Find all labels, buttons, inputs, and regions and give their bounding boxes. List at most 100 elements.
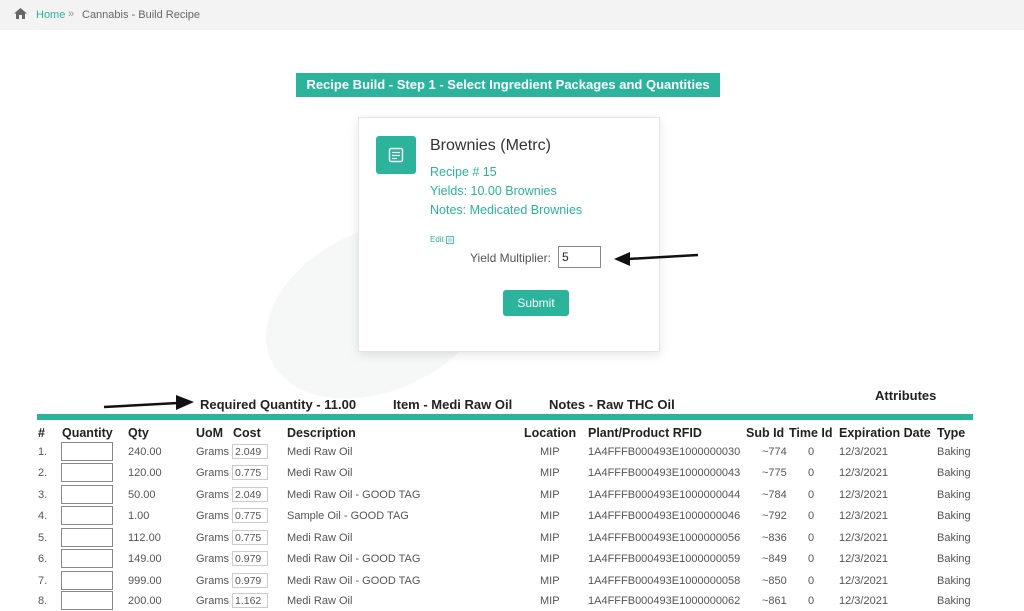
cost-field[interactable]: 2.049 [232,444,268,459]
col-header-uom: UoM [196,426,224,440]
cost-field[interactable]: 1.162 [232,593,268,608]
attributes-label: Attributes [875,388,937,403]
step-title: Recipe Build - Step 1 - Select Ingredien… [296,73,720,97]
time-id-cell: 0 [808,595,815,607]
col-header-expiration-date: Expiration Date [839,426,931,440]
recipe-notes: Notes: Medicated Brownies [430,203,583,217]
item-label: Item - Medi Raw Oil [393,397,513,412]
table-row: 2. 120.00 Grams 0.775 Medi Raw Oil MIP 1… [0,462,1024,483]
edit-link[interactable]: Edit [430,235,454,244]
submit-button[interactable]: Submit [503,290,569,316]
rfid-cell: 1A4FFFB000493E1000000059 [588,553,741,565]
uom-cell: Grams [196,510,229,522]
sub-id-cell: ~775 [762,467,787,479]
col-header-description: Description [287,426,356,440]
breadcrumb-home-link[interactable]: Home [36,9,65,21]
quantity-input[interactable] [61,485,113,504]
sub-id-cell: ~784 [762,489,787,501]
row-number: 5. [38,532,48,544]
home-icon[interactable] [14,8,27,22]
location-cell: MIP [540,575,560,587]
sub-id-cell: ~850 [762,575,787,587]
breadcrumb-separator: » [68,8,75,20]
edit-label: Edit [430,235,444,244]
row-number: 6. [38,553,48,565]
location-cell: MIP [540,446,560,458]
col-header-location: Location [524,426,577,440]
cost-field[interactable]: 2.049 [232,487,268,502]
qty-cell: 149.00 [128,553,162,565]
expiration-cell: 12/3/2021 [839,532,888,544]
row-number: 3. [38,489,48,501]
expiration-cell: 12/3/2021 [839,510,888,522]
row-number: 4. [38,510,48,522]
qty-cell: 120.00 [128,467,162,479]
table-row: 4. 1.00 Grams 0.775 Sample Oil - GOOD TA… [0,505,1024,526]
col-header-quantity: Quantity [62,426,113,440]
table-row: 1. 240.00 Grams 2.049 Medi Raw Oil MIP 1… [0,441,1024,462]
quantity-input[interactable] [61,549,113,568]
required-quantity: Required Quantity - 11.00 [200,397,357,412]
breadcrumb: Home » Cannabis - Build Recipe [0,0,1024,30]
cost-field[interactable]: 0.775 [232,465,268,480]
location-cell: MIP [540,510,560,522]
location-cell: MIP [540,467,560,479]
quantity-input[interactable] [61,591,113,610]
time-id-cell: 0 [808,510,815,522]
expiration-cell: 12/3/2021 [839,467,888,479]
cost-field[interactable]: 0.775 [232,530,268,545]
description-cell: Medi Raw Oil - GOOD TAG [287,553,421,565]
notes-label: Notes - Raw THC Oil [549,397,675,412]
col-header-sub-id: Sub Id [746,426,785,440]
type-cell: Baking [937,446,971,458]
cost-field[interactable]: 0.775 [232,508,268,523]
quantity-input[interactable] [61,442,113,461]
row-number: 1. [38,446,48,458]
time-id-cell: 0 [808,553,815,565]
rfid-cell: 1A4FFFB000493E1000000046 [588,510,741,522]
expiration-cell: 12/3/2021 [839,553,888,565]
description-cell: Sample Oil - GOOD TAG [287,510,409,522]
teal-divider [37,414,973,420]
recipe-name: Brownies (Metrc) [430,137,551,154]
recipe-number: Recipe # 15 [430,165,497,179]
quantity-input[interactable] [61,506,113,525]
uom-cell: Grams [196,595,229,607]
time-id-cell: 0 [808,532,815,544]
sub-id-cell: ~836 [762,532,787,544]
uom-cell: Grams [196,446,229,458]
time-id-cell: 0 [808,446,815,458]
type-cell: Baking [937,467,971,479]
yield-multiplier-input[interactable]: 5 [558,246,601,268]
rfid-cell: 1A4FFFB000493E1000000044 [588,489,741,501]
qty-cell: 999.00 [128,575,162,587]
quantity-input[interactable] [61,463,113,482]
quantity-input[interactable] [61,571,113,590]
col-header-time-id: Time Id [789,426,833,440]
row-number: 2. [38,467,48,479]
uom-cell: Grams [196,489,229,501]
col-header-rfid: Plant/Product RFID [588,426,702,440]
description-cell: Medi Raw Oil [287,467,353,479]
col-header-cost: Cost [233,426,261,440]
rfid-cell: 1A4FFFB000493E1000000043 [588,467,741,479]
expiration-cell: 12/3/2021 [839,595,888,607]
quantity-input[interactable] [61,528,113,547]
cost-field[interactable]: 0.979 [232,573,268,588]
document-icon [376,136,416,174]
location-cell: MIP [540,595,560,607]
col-header-number: # [38,426,45,440]
expiration-cell: 12/3/2021 [839,489,888,501]
arrow-to-yield-multiplier [614,252,699,266]
cost-field[interactable]: 0.979 [232,551,268,566]
type-cell: Baking [937,575,971,587]
row-number: 7. [38,575,48,587]
expiration-cell: 12/3/2021 [839,446,888,458]
qty-cell: 112.00 [128,532,161,544]
yield-multiplier-label: Yield Multiplier: [470,251,551,265]
rfid-cell: 1A4FFFB000493E1000000056 [588,532,741,544]
rfid-cell: 1A4FFFB000493E1000000030 [588,446,741,458]
description-cell: Medi Raw Oil [287,595,353,607]
breadcrumb-current: Cannabis - Build Recipe [82,9,201,21]
recipe-card: Brownies (Metrc) Recipe # 15 Yields: 10.… [358,117,660,352]
